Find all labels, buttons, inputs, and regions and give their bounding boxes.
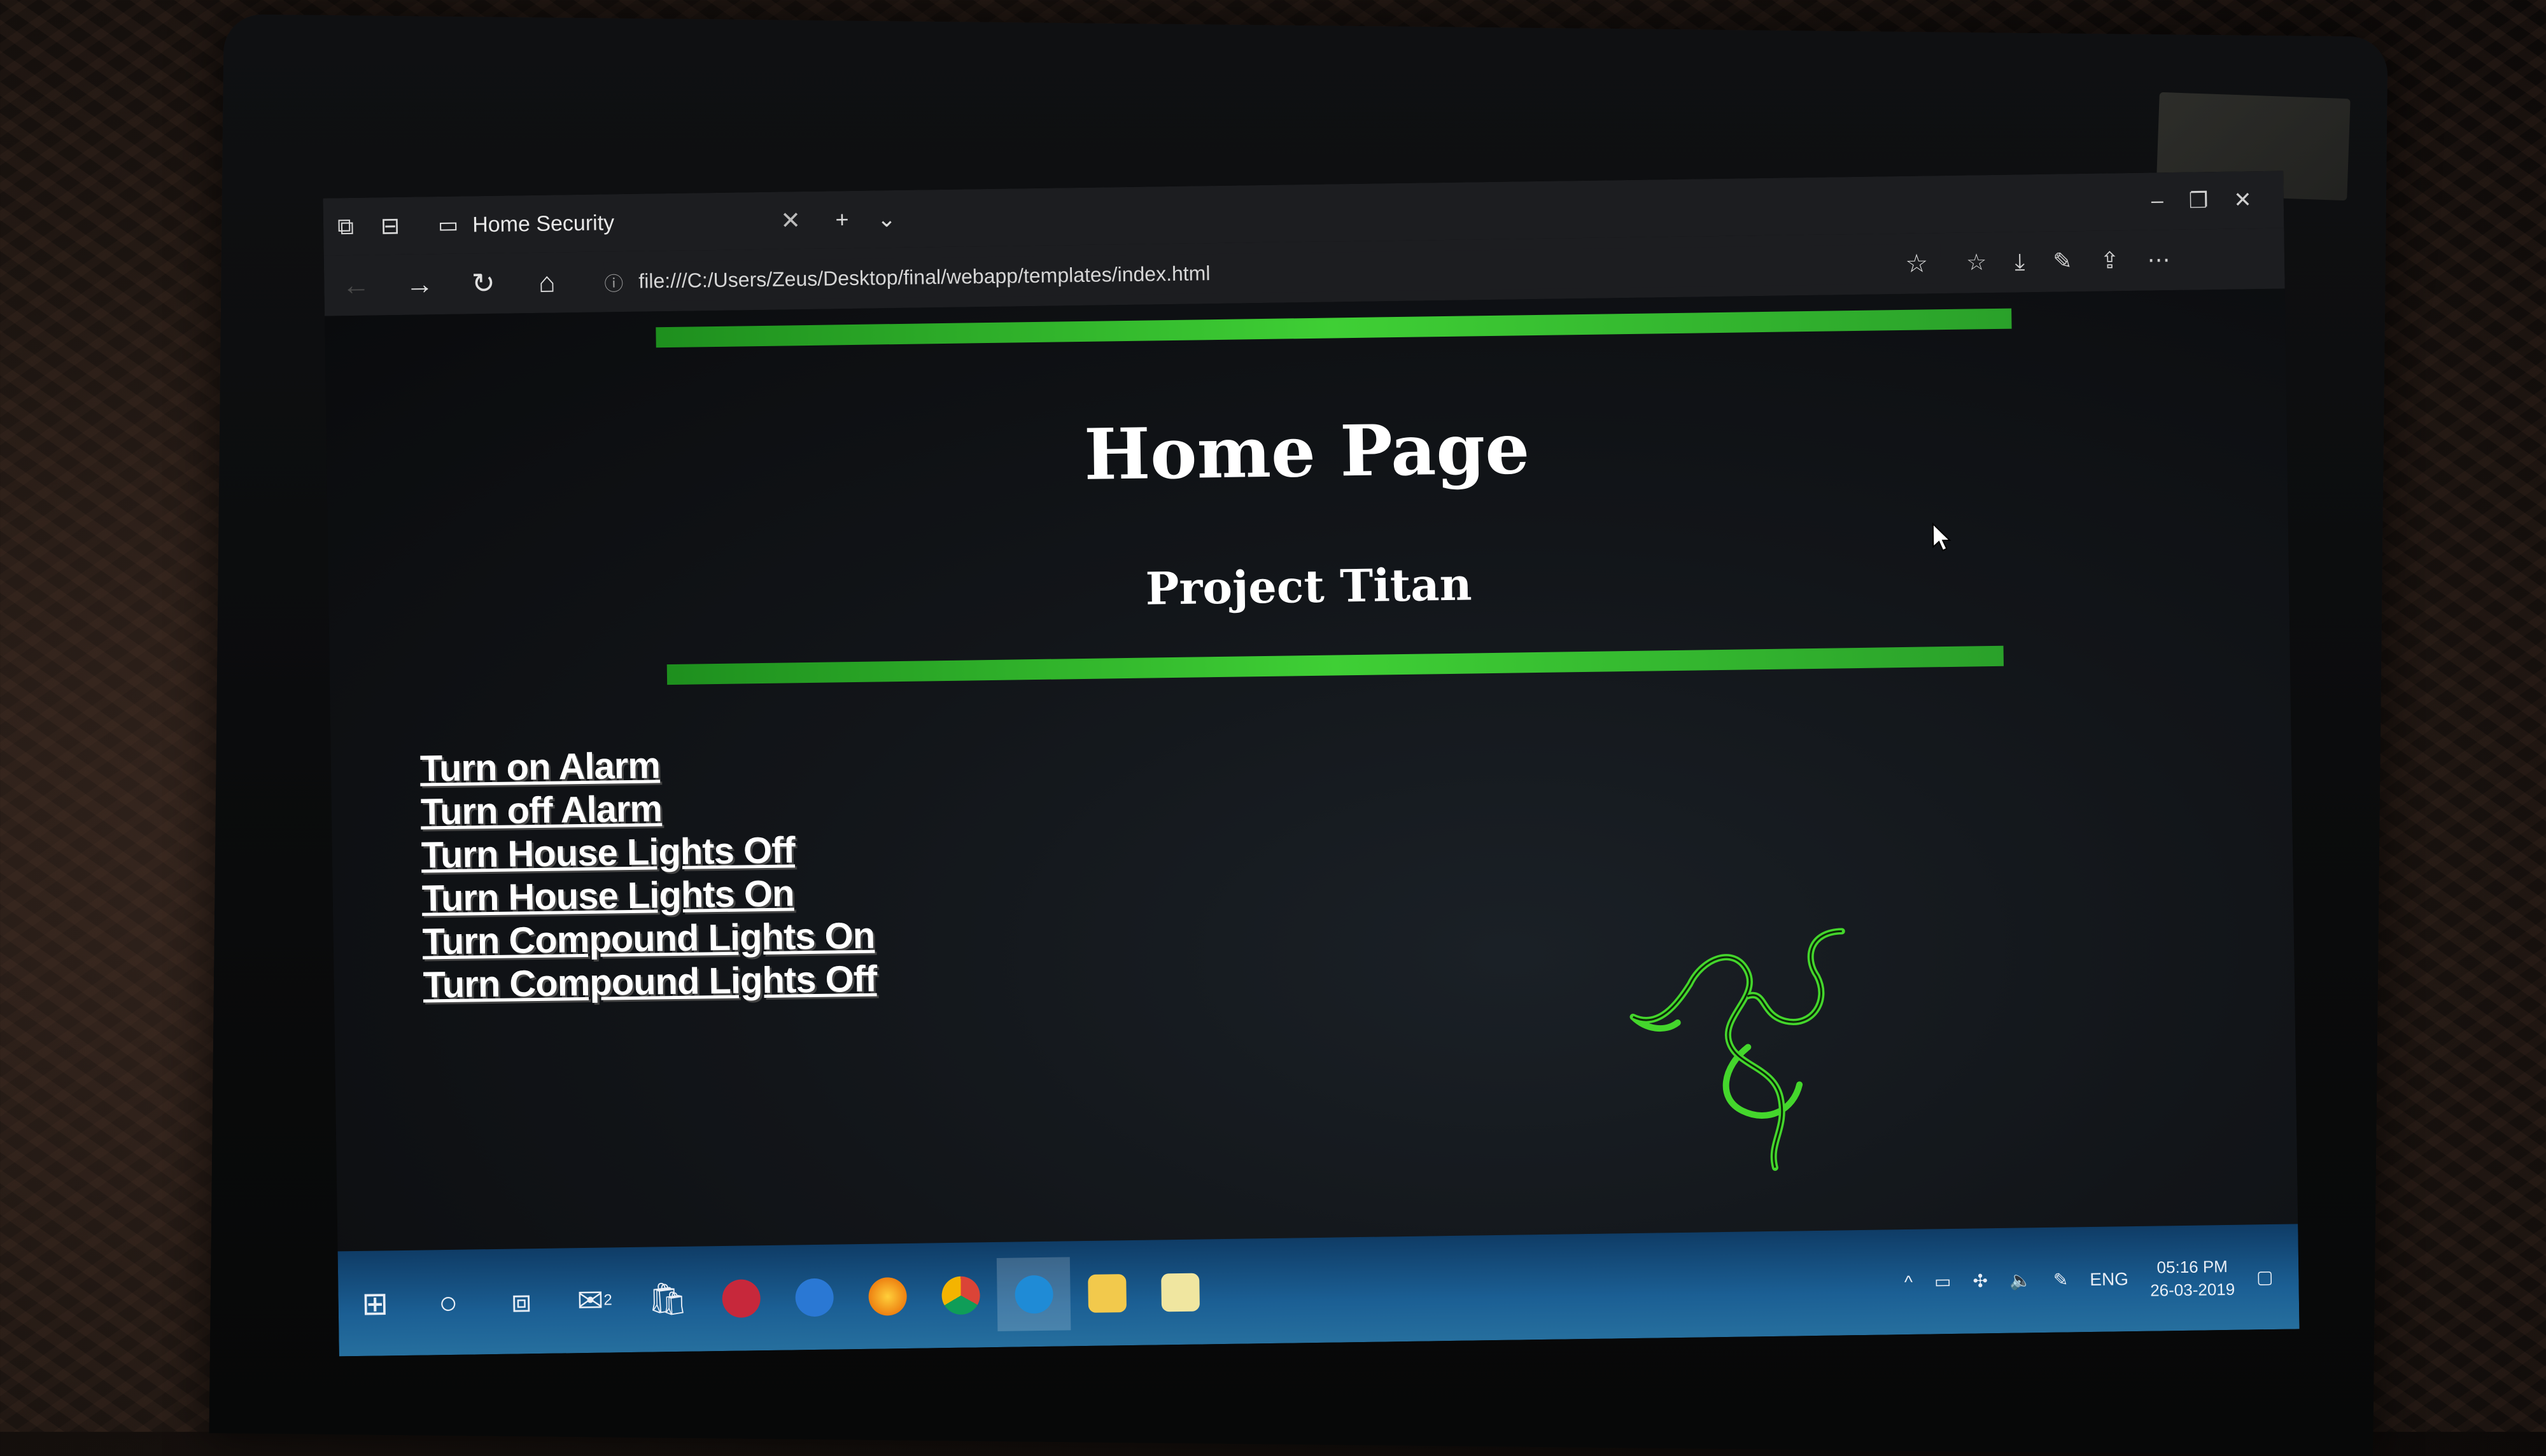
laptop-screen: ⧉ ⊟ ▭ Home Security ✕ + ⌄ – ❐ ✕ ← → ↻ ⌂ …	[323, 171, 2300, 1357]
downloads-icon[interactable]: ⤓	[2015, 248, 2025, 276]
firefox-icon[interactable]	[850, 1259, 925, 1334]
restore-icon[interactable]: ❐	[2189, 188, 2209, 213]
action-center-icon[interactable]: ▢	[2256, 1266, 2274, 1287]
turn-house-lights-off-link[interactable]: Turn House Lights Off	[421, 828, 875, 878]
language-indicator[interactable]: ENG	[2090, 1269, 2128, 1290]
new-tab-icon[interactable]: +	[820, 197, 865, 242]
favorites-hub-icon[interactable]: ☆	[1966, 249, 1987, 276]
mouse-cursor-icon	[1932, 522, 1952, 552]
tab-home-security[interactable]: ▭ Home Security ✕	[425, 192, 820, 255]
bottom-divider-bar	[666, 645, 2004, 685]
turn-compound-lights-off-link[interactable]: Turn Compound Lights Off	[423, 958, 877, 1007]
close-tab-icon[interactable]: ✕	[780, 206, 801, 235]
tab-title: Home Security	[472, 210, 615, 237]
page-subheading: Project Titan	[1145, 557, 1472, 615]
battery-icon[interactable]: ▭	[1934, 1271, 1952, 1292]
cortana-search-icon[interactable]: ○	[411, 1265, 486, 1340]
app-icon-red[interactable]	[704, 1261, 778, 1336]
page-icon: ▭	[437, 213, 459, 238]
turn-on-alarm-link[interactable]: Turn on Alarm	[420, 741, 875, 791]
more-menu-icon[interactable]: ⋯	[2147, 246, 2170, 274]
toolbar-right: ☆ ⤓ ✎ ⇪ ⋯	[1966, 246, 2170, 276]
ccleaner-icon[interactable]	[777, 1260, 852, 1334]
tab-list-chevron-icon[interactable]: ⌄	[864, 197, 910, 242]
set-aside-tabs-icon[interactable]: ⧉	[323, 204, 369, 249]
taskbar-clock[interactable]: 05:16 PM 26-03-2019	[2149, 1254, 2235, 1301]
chrome-icon[interactable]	[924, 1258, 998, 1333]
edge-icon[interactable]	[996, 1257, 1071, 1331]
start-windows-icon[interactable]: ⊞	[338, 1266, 412, 1341]
task-view-icon[interactable]: ⧈	[484, 1264, 559, 1339]
page-heading: Home Page	[1083, 407, 1530, 496]
favorite-star-icon[interactable]: ☆	[1905, 249, 1941, 279]
forward-arrow-icon[interactable]: →	[388, 268, 452, 300]
web-page: Home Page Project Titan Turn on Alarm Tu…	[325, 288, 2298, 1252]
top-divider-bar	[656, 308, 2012, 348]
pen-icon[interactable]: ✎	[2053, 1269, 2069, 1290]
turn-compound-lights-on-link[interactable]: Turn Compound Lights On	[422, 914, 876, 964]
turn-off-alarm-link[interactable]: Turn off Alarm	[420, 785, 875, 834]
razer-snake-logo	[1629, 928, 1845, 1171]
mail-icon[interactable]: ✉ 2	[558, 1263, 632, 1338]
sticky-notes-icon[interactable]	[1143, 1255, 1218, 1329]
home-icon[interactable]: ⌂	[515, 266, 579, 298]
network-icon[interactable]: ✣	[1973, 1270, 1988, 1291]
share-icon[interactable]: ⇪	[2100, 247, 2120, 274]
volume-icon[interactable]: 🔈	[2009, 1270, 2032, 1291]
show-hidden-icons-chevron-icon[interactable]: ^	[1904, 1271, 1913, 1292]
mail-badge: 2	[603, 1291, 612, 1309]
address-bar[interactable]: ⓘ file:///C:/Users/Zeus/Desktop/final/we…	[603, 243, 1941, 302]
clock-time: 05:16 PM	[2156, 1256, 2228, 1277]
file-explorer-icon[interactable]	[1070, 1256, 1144, 1331]
turn-house-lights-on-link[interactable]: Turn House Lights On	[421, 871, 876, 921]
minimize-icon[interactable]: –	[2151, 188, 2163, 214]
site-info-icon[interactable]: ⓘ	[604, 268, 624, 296]
close-window-icon[interactable]: ✕	[2233, 187, 2252, 213]
url-text[interactable]: file:///C:/Users/Zeus/Desktop/final/weba…	[638, 262, 1211, 293]
clock-date: 26-03-2019	[2149, 1279, 2235, 1300]
store-icon[interactable]: 🛍	[631, 1262, 705, 1336]
control-links: Turn on Alarm Turn off Alarm Turn House …	[420, 741, 877, 1007]
refresh-icon[interactable]: ↻	[451, 267, 516, 300]
web-note-icon[interactable]: ✎	[2053, 248, 2072, 275]
tab-preview-icon[interactable]: ⊟	[368, 204, 413, 249]
window-controls: – ❐ ✕	[2151, 187, 2284, 214]
system-tray: ^ ▭ ✣ 🔈 ✎ ENG 05:16 PM 26-03-2019 ▢	[1904, 1254, 2299, 1305]
back-arrow-icon[interactable]: ←	[324, 269, 388, 302]
